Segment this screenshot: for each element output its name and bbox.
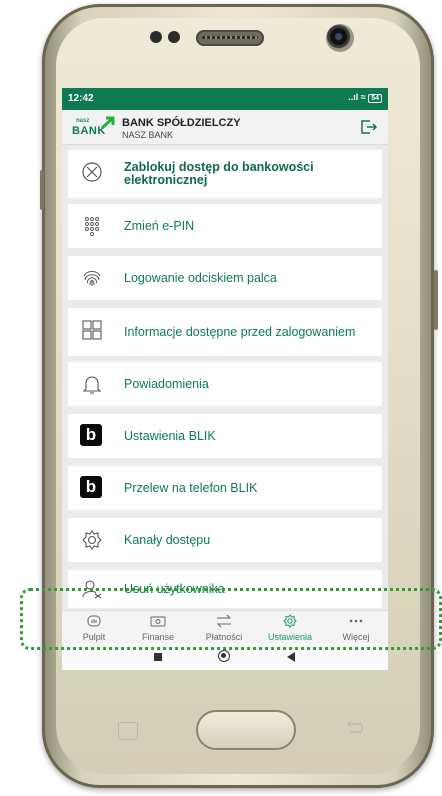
bell-icon xyxy=(82,376,102,394)
menu-item-change-epin[interactable]: Zmień e-PIN xyxy=(68,204,382,248)
recent-apps-button[interactable] xyxy=(154,653,162,661)
menu-item-access-channels[interactable]: Kanały dostępu xyxy=(68,518,382,562)
volume-button xyxy=(40,170,44,210)
battery-icon: 54 xyxy=(368,94,382,103)
fingerprint-icon xyxy=(83,271,101,286)
nav-label: Pulpit xyxy=(82,632,106,642)
bank-logo: nasz BANK xyxy=(72,116,116,138)
status-time: 12:42 xyxy=(68,93,94,104)
menu-item-label: Kanały dostępu xyxy=(124,532,211,547)
nav-item-ustawienia[interactable]: Ustawienia xyxy=(258,611,322,645)
back-button[interactable] xyxy=(286,651,296,663)
menu-item-blik-phone-transfer[interactable]: b Przelew na telefon BLIK xyxy=(68,466,382,510)
logo-small-text: nasz xyxy=(76,118,90,124)
menu-item-remove-user[interactable]: Usuń użytkownika xyxy=(68,570,382,608)
logo-arrow-icon xyxy=(100,116,115,130)
light-sensor xyxy=(168,31,180,43)
menu-item-fingerprint-login[interactable]: Logowanie odciskiem palca xyxy=(68,256,382,300)
bank-name: BANK SPÓŁDZIELCZY xyxy=(122,117,241,129)
nav-item-finanse[interactable]: Finanse xyxy=(126,611,190,645)
menu-item-notifications[interactable]: Powiadomienia xyxy=(68,362,382,406)
wifi-icon: ≈ xyxy=(360,92,366,102)
menu-item-label: Usuń użytkownika xyxy=(124,581,225,596)
menu-item-label: Informacje dostępne przed zalogowaniem xyxy=(124,324,356,339)
dashboard-icon xyxy=(87,615,101,627)
keypad-icon xyxy=(85,217,99,236)
nav-label: Finanse xyxy=(141,632,175,642)
power-button xyxy=(434,270,438,330)
hardware-recent-key xyxy=(118,722,138,740)
status-bar: 12:42 ..ıl ≈ 54 xyxy=(62,88,388,110)
hardware-home-button[interactable] xyxy=(196,710,296,750)
menu-item-label: Logowanie odciskiem palca xyxy=(124,270,277,285)
nav-label: Ustawienia xyxy=(267,632,313,642)
menu-item-label: Powiadomienia xyxy=(124,376,209,391)
phone-screen: 12:42 ..ıl ≈ 54 nasz BANK BANK SPÓŁDZIEL… xyxy=(62,88,388,670)
grid-icon xyxy=(82,320,102,340)
bank-subtitle: NASZ BANK xyxy=(122,130,174,140)
menu-item-label: Ustawienia BLIK xyxy=(124,428,216,443)
block-icon xyxy=(82,162,102,182)
proximity-sensor xyxy=(150,31,162,43)
signal-icon: ..ıl xyxy=(348,92,359,102)
nav-label: Więcej xyxy=(342,632,370,642)
earpiece-speaker xyxy=(196,30,264,46)
bottom-navigation: Pulpit Finanse Płatności Ustawienia Więc… xyxy=(62,610,388,645)
home-dot xyxy=(221,653,226,658)
gear-icon xyxy=(82,530,102,550)
more-icon xyxy=(349,619,363,623)
front-camera xyxy=(326,24,354,52)
nav-item-pulpit[interactable]: Pulpit xyxy=(62,611,126,645)
nav-label: Płatności xyxy=(205,632,243,642)
blik-icon: b xyxy=(80,476,102,498)
gear-icon xyxy=(283,614,297,628)
logout-icon[interactable] xyxy=(360,119,378,135)
menu-item-block-access[interactable]: Zablokuj dostęp do bankowości elektronic… xyxy=(68,150,382,198)
remove-user-icon xyxy=(82,580,102,599)
blik-icon: b xyxy=(80,424,102,446)
menu-item-blik-settings[interactable]: b Ustawienia BLIK xyxy=(68,414,382,458)
menu-item-prelogin-info[interactable]: Informacje dostępne przed zalogowaniem xyxy=(68,308,382,356)
nav-item-wiecej[interactable]: Więcej xyxy=(324,611,388,645)
wallet-icon xyxy=(150,616,166,627)
system-navigation-bar xyxy=(62,644,388,670)
status-icons: ..ıl ≈ 54 xyxy=(348,92,382,103)
menu-item-label: Przelew na telefon BLIK xyxy=(124,480,258,495)
nav-item-platnosci[interactable]: Płatności xyxy=(192,611,256,645)
menu-item-label: Zablokuj dostęp do bankowości elektronic… xyxy=(124,160,314,187)
transfer-icon xyxy=(216,614,232,628)
hardware-back-key xyxy=(347,720,363,733)
app-header: nasz BANK BANK SPÓŁDZIELCZY NASZ BANK xyxy=(62,110,388,145)
menu-item-label: Zmień e-PIN xyxy=(124,218,195,233)
home-button[interactable] xyxy=(218,650,230,662)
